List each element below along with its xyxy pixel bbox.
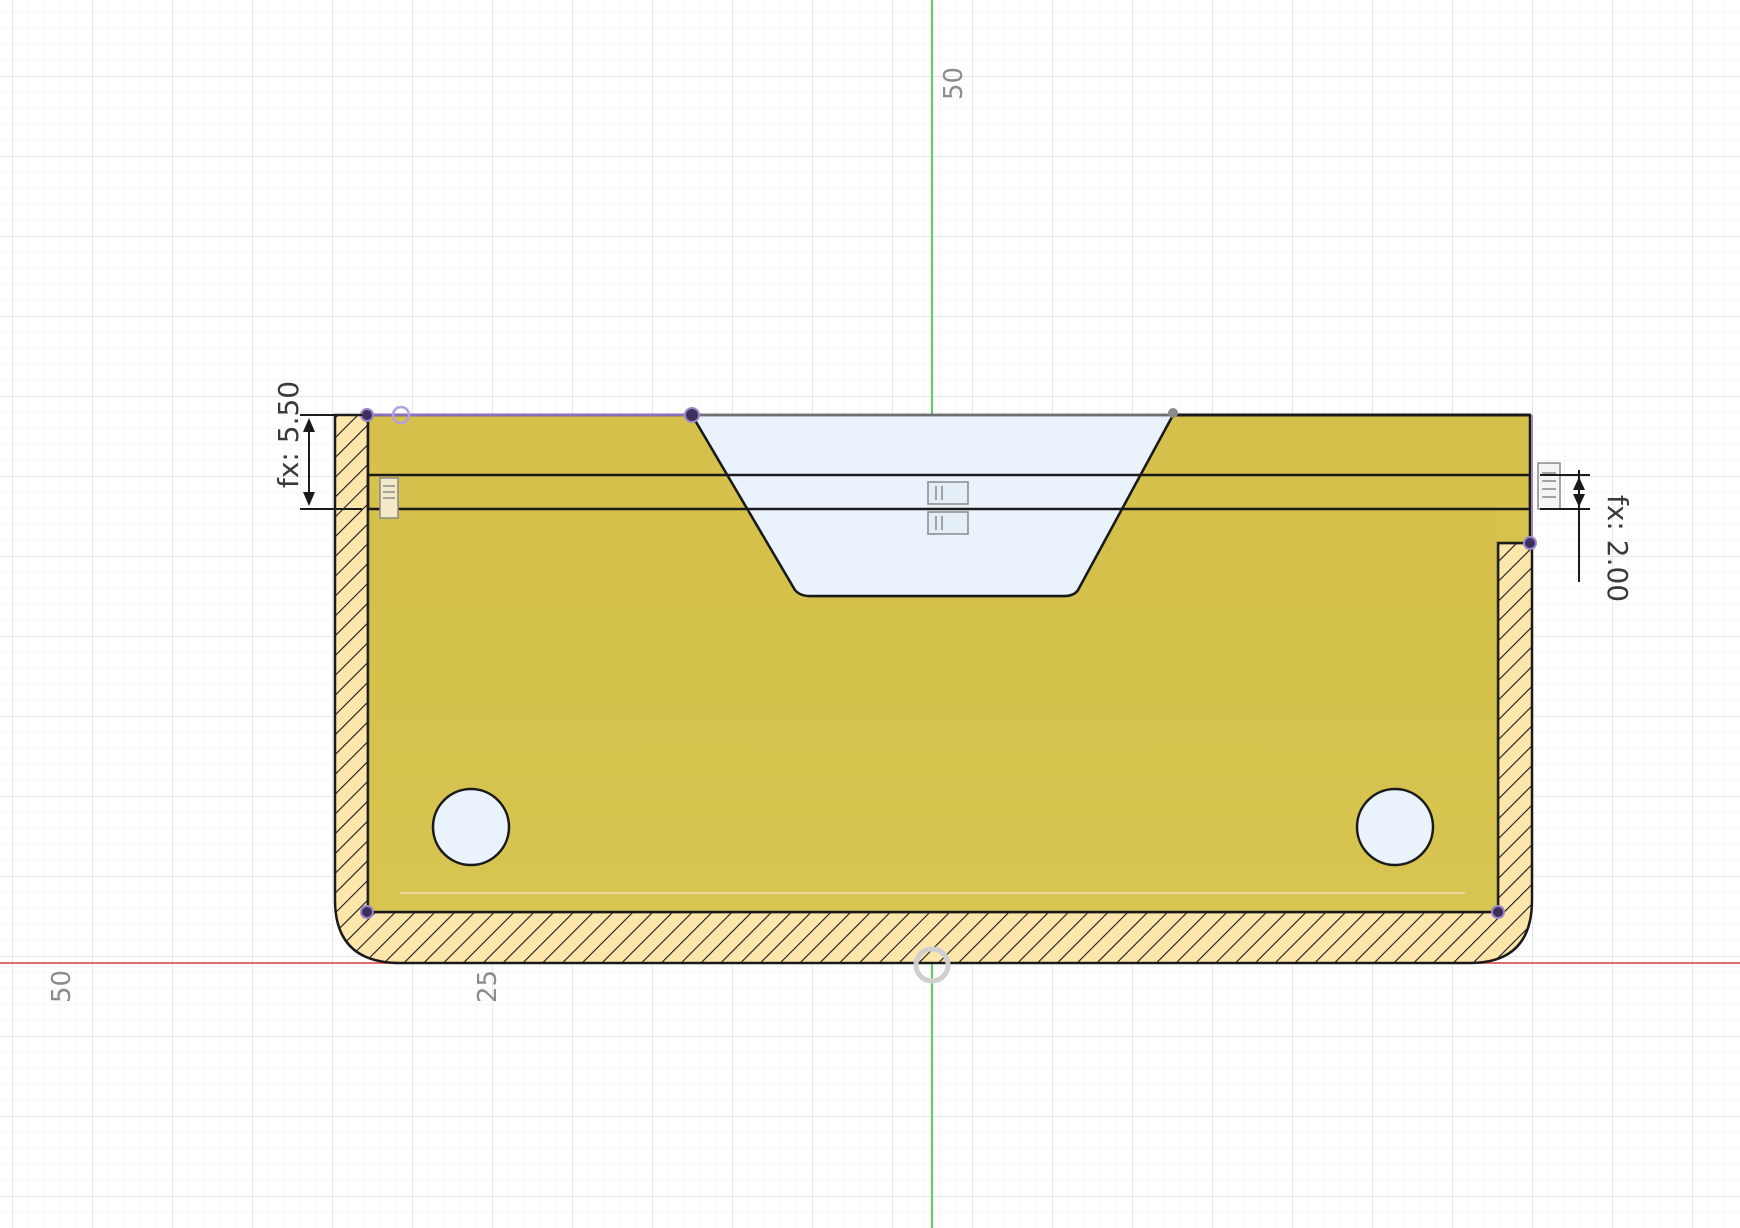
mounting-hole-right[interactable] [1355, 787, 1435, 867]
horizontal-constraint-icon[interactable] [1537, 462, 1561, 510]
ruler-label-x-25: 25 [473, 970, 503, 1003]
sketch-point[interactable] [1523, 536, 1537, 550]
sketch-point[interactable] [360, 408, 374, 422]
sketch-viewport[interactable]: 50 50 25 fx: 5.50 fx: 2.00 [0, 0, 1740, 1228]
mounting-hole-left[interactable] [431, 787, 511, 867]
sketch-point[interactable] [1168, 408, 1178, 418]
ruler-label-x-50: 50 [47, 970, 77, 1003]
sketch-point[interactable] [1491, 905, 1505, 919]
horizontal-constraint-icon[interactable] [379, 477, 399, 519]
dimension-right-label[interactable]: fx: 2.00 [1601, 495, 1634, 602]
ruler-label-y-50: 50 [939, 67, 969, 100]
sketch-point[interactable] [684, 407, 700, 423]
dimension-left-label[interactable]: fx: 5.50 [272, 381, 305, 488]
sketch-point[interactable] [360, 905, 374, 919]
